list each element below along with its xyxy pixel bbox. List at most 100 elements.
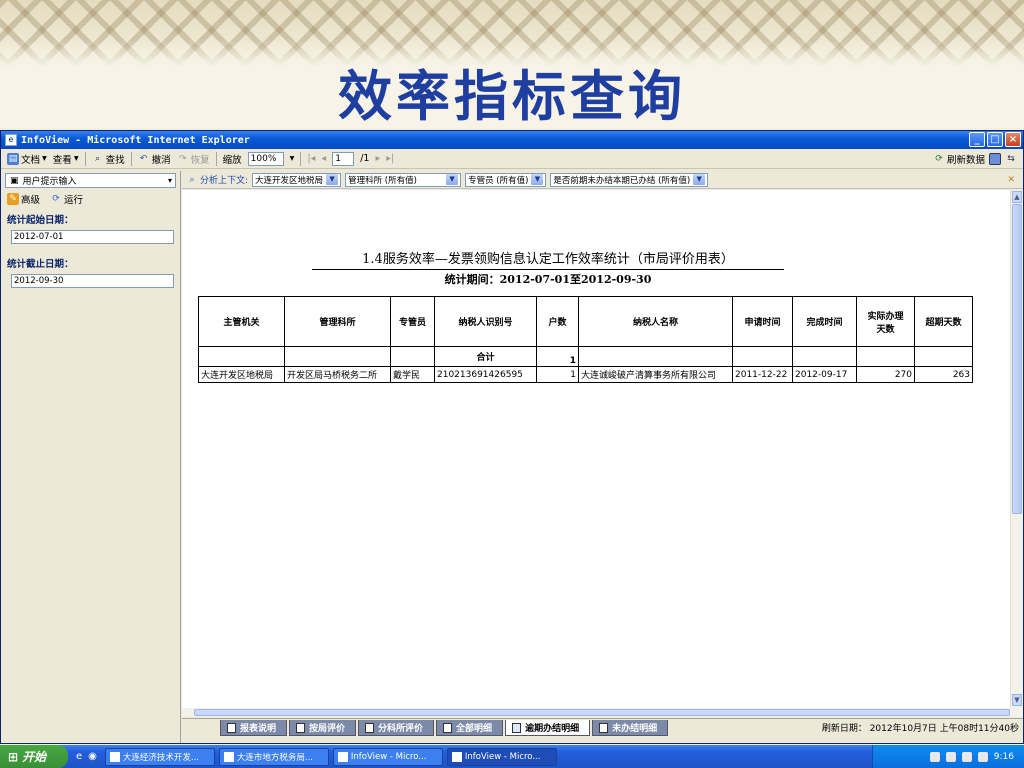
total-label: 合计 — [434, 346, 537, 367]
header-cell: 主管机关 — [198, 296, 285, 347]
undo-icon: ↶ — [139, 153, 148, 164]
refresh-data-button[interactable]: ⟳ 刷新数据 — [933, 152, 985, 166]
header-cell: 纳税人名称 — [578, 296, 733, 347]
zoom-select[interactable]: 100% — [247, 151, 284, 166]
desktop-quicklaunch-icon[interactable]: ◉ — [88, 751, 97, 762]
redo-button[interactable]: ↷ 恢复 — [177, 152, 210, 166]
window-icon — [337, 751, 348, 762]
binoculars-icon: ⌕ — [95, 153, 101, 164]
report-tabs: 报表说明 按局评价 分科所评价 全部明细 逾期办结明细 未办结明细 刷新日期： … — [182, 718, 1023, 736]
clock: 9:16 — [993, 751, 1014, 762]
tab-by-section[interactable]: 分科所评价 — [358, 720, 435, 736]
cell-overdue-days: 263 — [914, 366, 973, 383]
minimize-button[interactable]: _ — [969, 132, 985, 147]
header-cell: 完成时间 — [792, 296, 857, 347]
tab-all-details[interactable]: 全部明细 — [436, 720, 504, 736]
header-cell: 超期天数 — [914, 296, 973, 347]
find-button[interactable]: ⌕ 查找 — [92, 152, 125, 166]
end-date-label: 统计截止日期： — [7, 259, 74, 270]
close-button[interactable]: × — [1005, 132, 1021, 147]
magnifier-icon: ⌕ — [189, 174, 195, 185]
tray-icon[interactable] — [961, 751, 972, 762]
system-tray: 9:16 — [872, 745, 1024, 768]
undo-button[interactable]: ↶ 撤消 — [138, 152, 171, 166]
ie-quicklaunch-icon[interactable]: e — [76, 751, 82, 762]
tray-icon[interactable] — [977, 751, 988, 762]
filter-officer[interactable]: 专管员 (所有值) ▼ — [465, 172, 547, 187]
cell-tax-office: 大连开发区地税局 — [198, 366, 285, 383]
last-page-button[interactable]: ▸| — [386, 153, 394, 164]
analysis-context-label[interactable]: ⌕ 分析上下文: — [186, 173, 248, 187]
zoom-dropdown-icon[interactable]: ▾ — [290, 153, 295, 164]
prompt-panel: ▣ 用户提示输入 ▾ ✎ 高级 ⟳ 运行 统计起始日期： 2012-07-01 统计… — [1, 171, 181, 743]
document-menu[interactable]: ▤ 文档 ▾ — [7, 152, 47, 166]
windows-taskbar: ⊞ 开始 e ◉ 大连经济技术开发... 大连市地方税务局... InfoView… — [0, 745, 1024, 768]
run-icon: ⟳ — [52, 194, 60, 204]
advanced-icon: ✎ — [7, 193, 19, 205]
filter-clear-icon[interactable]: ✕ — [1007, 175, 1015, 185]
taskbar-item[interactable]: 大连市地方税务局... — [218, 747, 329, 766]
cell-officer: 戴学民 — [390, 366, 435, 383]
cell-count: 1 — [536, 366, 579, 383]
advanced-button[interactable]: ✎ 高级 — [7, 192, 40, 206]
report-tab-icon — [227, 722, 236, 733]
cell-taxpayer-name: 大连诚峻破产清算事务所有限公司 — [578, 366, 733, 383]
report-tab-icon — [296, 722, 306, 733]
next-page-button[interactable]: ▸ — [375, 153, 380, 164]
header-cell: 实际办理天数 — [856, 296, 915, 347]
tab-report-notes[interactable]: 报表说明 — [220, 720, 288, 736]
tab-overdue-details[interactable]: 逾期办结明细 — [505, 720, 591, 736]
cell-actual-days: 270 — [856, 366, 915, 383]
scroll-thumb[interactable] — [1012, 204, 1022, 514]
header-cell: 管理科所 — [284, 296, 391, 347]
report-period: 统计期间：2012-07-01至2012-09-30 — [444, 273, 652, 286]
filter-completion[interactable]: 是否前期未办结本期已办结 (所有值) ▼ — [550, 172, 709, 187]
maximize-button[interactable]: □ — [987, 132, 1003, 147]
taskbar-item-active[interactable]: InfoView - Micro... — [446, 747, 557, 766]
slide-title: 效率指标查询 — [338, 65, 686, 128]
tab-unfinished-details[interactable]: 未办结明细 — [592, 720, 669, 736]
window-icon — [109, 751, 120, 762]
hscroll-thumb[interactable] — [194, 709, 1010, 716]
start-button[interactable]: ⊞ 开始 — [0, 745, 68, 768]
first-page-button[interactable]: |◂ — [307, 153, 315, 164]
filter-tax-office[interactable]: 大连开发区地税局 ▼ — [252, 172, 342, 187]
page-input[interactable]: 1 — [332, 151, 355, 166]
prompt-panel-icon: ▣ — [10, 175, 19, 186]
header-cell: 纳税人识别号 — [434, 296, 537, 347]
prompt-panel-select[interactable]: ▣ 用户提示输入 ▾ — [5, 173, 176, 188]
report-tab-icon — [365, 722, 375, 733]
cell-section: 开发区局马桥税务二所 — [284, 366, 391, 383]
table-row: 大连开发区地税局 开发区局马桥税务二所 戴学民 210213691426595 … — [198, 366, 973, 383]
start-date-label: 统计起始日期： — [7, 215, 74, 226]
taskbar-item[interactable]: 大连经济技术开发... — [104, 747, 215, 766]
drill-icon[interactable]: ⇆ — [1005, 153, 1017, 165]
scroll-up-icon[interactable]: ▲ — [1012, 191, 1022, 203]
horizontal-scrollbar[interactable] — [182, 708, 1023, 717]
report-table: 主管机关 管理科所 专管员 纳税人识别号 户数 纳税人名称 申请时间 完成时间 … — [198, 296, 973, 383]
report-canvas: 1.4服务效率—发票领购信息认定工作效率统计（市局评价用表） 统计期间：2012… — [182, 190, 1010, 708]
prev-page-button[interactable]: ◂ — [321, 153, 326, 164]
windows-logo-icon: ⊞ — [8, 749, 19, 764]
chevron-down-icon: ▼ — [326, 174, 339, 185]
end-date-input[interactable]: 2012-09-30 — [11, 274, 174, 288]
report-tab-icon — [443, 722, 453, 733]
panel-toggle-icon[interactable] — [989, 152, 1001, 165]
ie-icon: e — [5, 134, 17, 146]
zoom-label: 缩放 — [222, 154, 242, 166]
scroll-down-icon[interactable]: ▼ — [1012, 694, 1022, 706]
taskbar-item[interactable]: InfoView - Micro... — [332, 747, 443, 766]
vertical-scrollbar[interactable]: ▲ ▼ — [1010, 190, 1023, 708]
tab-by-bureau[interactable]: 按局评价 — [289, 720, 357, 736]
window-titlebar[interactable]: e InfoView - Microsoft Internet Explorer… — [1, 131, 1023, 149]
run-button[interactable]: ⟳ 运行 — [50, 192, 83, 206]
refresh-icon: ⟳ — [935, 153, 943, 164]
filter-section[interactable]: 管理科所 (所有值) ▼ — [345, 172, 462, 187]
tray-icon[interactable] — [945, 751, 956, 762]
tray-icon[interactable] — [929, 751, 940, 762]
view-menu[interactable]: 查看 ▾ — [53, 152, 79, 166]
report-title: 1.4服务效率—发票领购信息认定工作效率统计（市局评价用表） — [312, 248, 784, 270]
refresh-date-status: 刷新日期： 2012年10月7日 上午08时11分40秒 — [821, 724, 1019, 734]
header-cell: 申请时间 — [732, 296, 793, 347]
start-date-input[interactable]: 2012-07-01 — [11, 230, 174, 244]
